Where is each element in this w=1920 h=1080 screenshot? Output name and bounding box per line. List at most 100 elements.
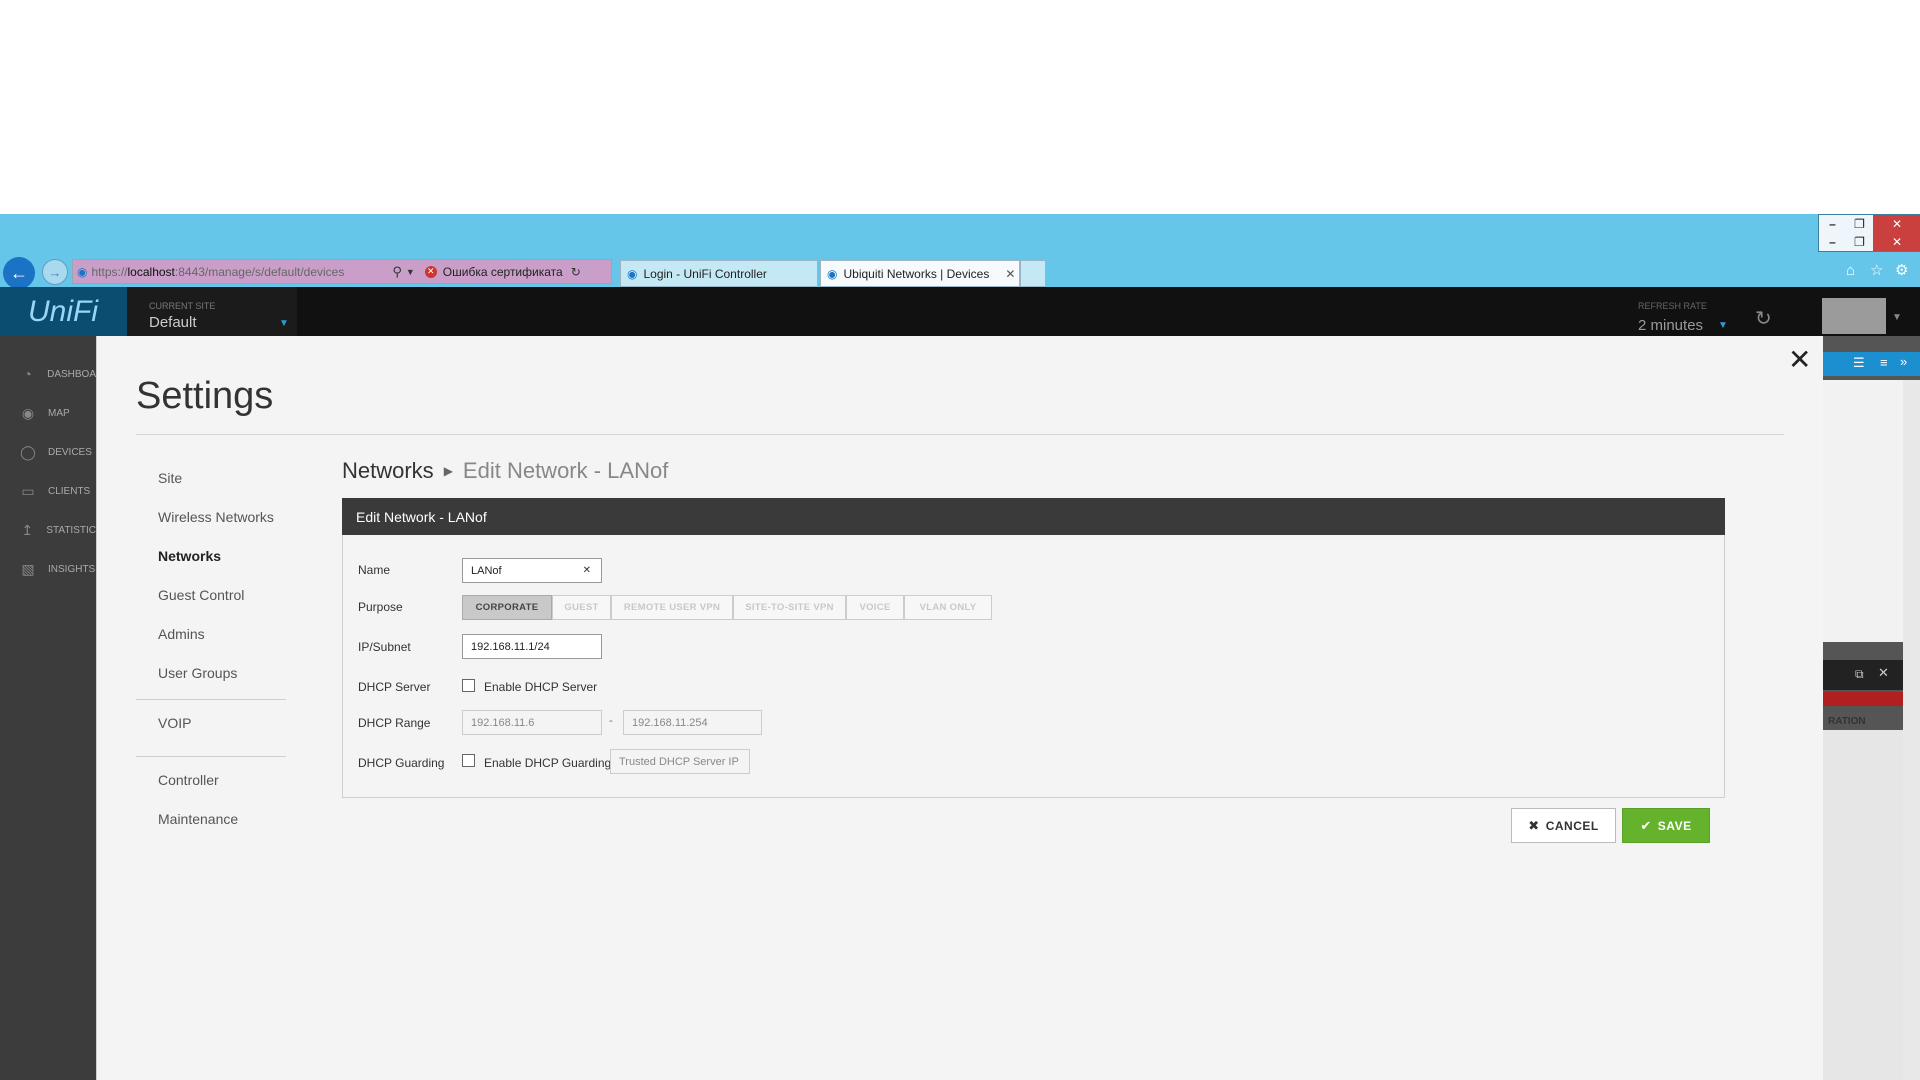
purpose-remote-vpn-button[interactable]: REMOTE USER VPN [611,595,733,620]
insights-icon: ▧ [21,560,35,577]
cert-error-label[interactable]: Ошибка сертификата [443,265,563,279]
clear-icon[interactable]: ✕ [583,565,591,576]
address-bar[interactable]: ◉ https:// localhost :8443/manage/s/defa… [72,259,612,284]
restore-button-2[interactable]: ❐ [1846,233,1873,251]
breadcrumb-current: Edit Network - LANof [462,458,669,483]
purpose-guest-button[interactable]: GUEST [552,595,611,620]
cancel-label: CANCEL [1545,818,1599,833]
ie-page-icon: ◉ [827,266,838,281]
site-value: Default [149,314,197,331]
popout-icon: ⧉ [1855,667,1864,681]
nav-item-statistics[interactable]: ↥ STATISTIC [0,511,96,549]
minimize-button[interactable]: – [1819,215,1846,233]
nav-label: MAP [48,407,70,419]
sidebar-item-user-groups[interactable]: User Groups [158,665,237,681]
sidebar-item-voip[interactable]: VOIP [158,715,191,731]
minimize-button-2[interactable]: – [1819,233,1846,251]
breadcrumb-root[interactable]: Networks [342,458,434,484]
window-controls: – ❐ ✕ – ❐ ✕ [1818,214,1920,252]
dhcp-server-label: DHCP Server [358,680,431,694]
dhcp-guarding-checkbox-label[interactable]: Enable DHCP Guarding [484,756,611,770]
trusted-dhcp-ip-input[interactable]: Trusted DHCP Server IP [610,749,750,774]
close-tab-icon[interactable]: ✕ [1005,267,1015,281]
name-input[interactable]: LANof ✕ [462,558,602,583]
chevron-down-icon: ▼ [279,318,289,329]
dhcp-range-start-input[interactable]: 192.168.11.6 [462,710,602,735]
dhcp-guarding-checkbox[interactable] [462,754,475,767]
tab-label: Login - UniFi Controller [643,266,767,281]
dhcp-guarding-label: DHCP Guarding [358,756,445,770]
tab-devices[interactable]: ◉ Ubiquiti Networks | Devices ✕ [820,260,1020,287]
refresh-value[interactable]: 2 minutes [1638,317,1703,334]
new-tab-button[interactable] [1020,260,1046,287]
back-button[interactable]: ← [3,257,35,289]
cancel-button[interactable]: ✖ CANCEL [1511,808,1616,843]
chevron-down-icon[interactable]: ▼ [406,267,415,277]
purpose-label: Purpose [358,600,403,614]
nav-label: INSIGHTS [48,563,96,575]
background-scrollbar[interactable] [1903,380,1920,1080]
ip-subnet-input[interactable]: 192.168.11.1/24 [462,634,602,659]
nav-item-map[interactable]: ◉ MAP [0,394,96,432]
divider [136,434,1784,435]
sidebar-item-wireless-networks[interactable]: Wireless Networks [158,509,274,525]
nav-item-devices[interactable]: ◯ DEVICES [0,433,96,471]
ip-subnet-value: 192.168.11.1/24 [471,640,550,653]
statistics-icon: ↥ [21,521,34,538]
dhcp-server-checkbox-label[interactable]: Enable DHCP Server [484,680,597,694]
tab-login[interactable]: ◉ Login - UniFi Controller [620,260,818,287]
dhcp-server-checkbox[interactable] [462,679,475,692]
page-title: Settings [136,375,274,417]
home-icon[interactable]: ⌂ [1846,262,1855,279]
collapse-icon: » [1900,354,1908,369]
gear-icon[interactable]: ⚙ [1895,261,1908,279]
range-separator: - [609,715,613,727]
sidebar-item-networks[interactable]: Networks [158,548,221,564]
name-value: LANof [471,564,502,577]
refresh-icon[interactable]: ↻ [1755,306,1772,331]
chevron-down-icon[interactable]: ▼ [1892,312,1902,323]
refresh-caption: REFRESH RATE [1638,301,1707,311]
sidebar-item-admins[interactable]: Admins [158,626,205,642]
panel-title: Edit Network - LANof [342,498,1725,535]
restore-button[interactable]: ❐ [1846,215,1873,233]
site-selector[interactable]: CURRENT SITE Default ▼ [127,287,297,336]
sidebar-item-controller[interactable]: Controller [158,772,219,788]
favorites-star-icon[interactable]: ☆ [1870,261,1883,279]
divider [136,756,286,757]
close-window-button-2[interactable]: ✕ [1873,233,1920,251]
close-icon: ✖ [1528,817,1540,833]
avatar[interactable] [1822,298,1886,334]
close-window-button[interactable]: ✕ [1873,215,1920,233]
nav-item-clients[interactable]: ▭ CLIENTS [0,472,96,510]
purpose-corporate-button[interactable]: CORPORATE [462,595,552,620]
dashboard-icon: ◔ [23,366,32,382]
purpose-voice-button[interactable]: VOICE [846,595,904,620]
unifi-logo: UniFi [0,287,127,336]
menu-icon: ≡ [1880,355,1888,370]
site-caption: CURRENT SITE [149,301,216,311]
sidebar-item-site[interactable]: Site [158,470,182,486]
chevron-down-icon[interactable]: ▼ [1718,320,1728,331]
save-button[interactable]: ✔ SAVE [1622,808,1710,843]
refresh-page-icon[interactable]: ↻ [571,265,581,279]
dhcp-range-label: DHCP Range [358,716,431,730]
nav-item-dashboard[interactable]: ◔ DASHBOA [0,355,96,393]
url-prefix: https:// [91,264,128,279]
nav-item-insights[interactable]: ▧ INSIGHTS [0,550,96,588]
sidebar-item-maintenance[interactable]: Maintenance [158,811,238,827]
sidebar-item-guest-control[interactable]: Guest Control [158,587,244,603]
tab-label: Ubiquiti Networks | Devices [843,266,990,281]
nav-label: DEVICES [48,446,92,458]
purpose-vlan-only-button[interactable]: VLAN ONLY [904,595,992,620]
dhcp-range-end: 192.168.11.254 [632,716,708,729]
name-label: Name [358,563,391,577]
clients-icon: ▭ [21,482,35,499]
search-icon[interactable]: ⚲ [392,264,402,280]
forward-button[interactable]: → [42,259,68,285]
close-icon[interactable]: ✕ [1788,343,1811,376]
background-column-label: RATION [1828,716,1866,727]
dhcp-range-end-input[interactable]: 192.168.11.254 [623,710,762,735]
purpose-site-vpn-button[interactable]: SITE-TO-SITE VPN [733,595,846,620]
dhcp-range-start: 192.168.11.6 [471,716,535,729]
